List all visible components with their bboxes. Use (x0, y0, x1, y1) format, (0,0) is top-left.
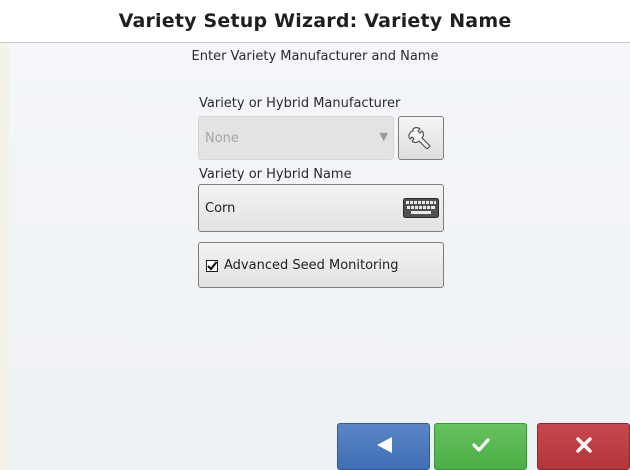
wrench-icon (408, 123, 434, 153)
left-edge-strip (0, 43, 9, 470)
manufacturer-dropdown[interactable]: None ▼ (198, 116, 394, 160)
variety-name-label: Variety or Hybrid Name (199, 167, 352, 182)
page-title: Variety Setup Wizard: Variety Name (118, 10, 512, 32)
back-button[interactable] (337, 423, 430, 470)
triangle-down-icon: ▼ (379, 130, 388, 143)
checkmark-icon (207, 261, 218, 271)
accept-button[interactable] (434, 423, 527, 470)
close-icon (574, 435, 594, 459)
variety-name-field[interactable]: Corn (198, 184, 444, 232)
cancel-button[interactable] (537, 423, 630, 470)
back-arrow-icon (373, 434, 395, 460)
manufacturer-label: Variety or Hybrid Manufacturer (199, 96, 401, 111)
advanced-seed-monitoring-label: Advanced Seed Monitoring (224, 258, 399, 273)
wizard-screen: Variety Setup Wizard: Variety Name Enter… (0, 0, 630, 470)
keyboard-icon[interactable] (403, 198, 439, 222)
manufacturer-value: None (205, 131, 239, 146)
advanced-seed-monitoring-checkbox[interactable] (206, 260, 218, 272)
variety-name-value: Corn (205, 201, 236, 216)
instruction-text: Enter Variety Manufacturer and Name (191, 49, 439, 64)
edit-manufacturer-button[interactable] (398, 116, 444, 160)
check-icon (470, 434, 492, 460)
title-bar: Variety Setup Wizard: Variety Name (0, 0, 630, 43)
advanced-seed-monitoring-button[interactable]: Advanced Seed Monitoring (198, 242, 444, 288)
